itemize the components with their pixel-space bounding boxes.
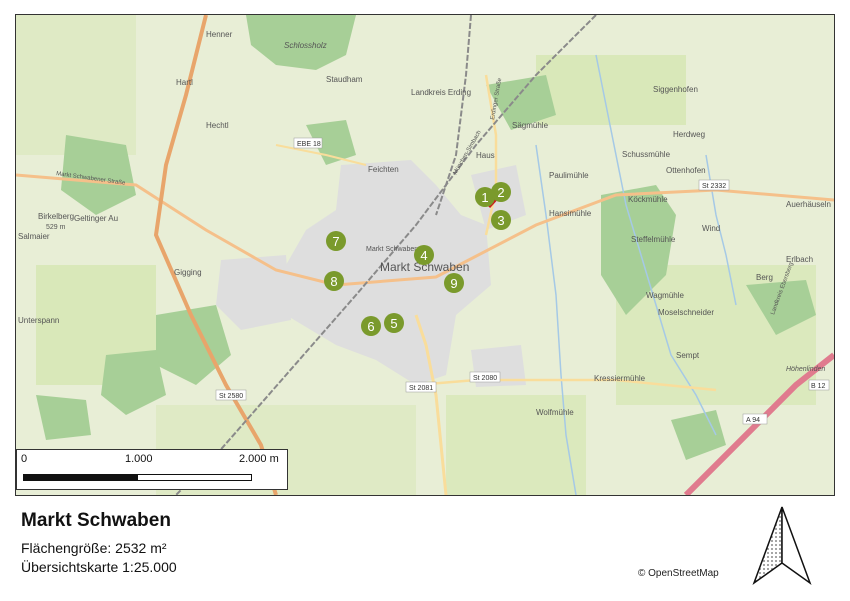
scale-bar: 0 1.000 2.000 m — [16, 449, 288, 490]
svg-text:St 2580: St 2580 — [219, 393, 243, 400]
svg-text:Sempt: Sempt — [676, 351, 700, 360]
svg-text:9: 9 — [450, 276, 457, 291]
svg-text:7: 7 — [332, 234, 339, 249]
map-area[interactable]: Henner Hartl Schlossholz Staudham Hechtl… — [16, 15, 834, 495]
svg-text:Ottenhofen: Ottenhofen — [666, 166, 706, 175]
svg-text:Staudham: Staudham — [326, 75, 363, 84]
svg-text:Auerhäuseln: Auerhäuseln — [786, 200, 831, 209]
svg-text:Sägmühle: Sägmühle — [512, 121, 549, 130]
svg-text:Unterspann: Unterspann — [18, 316, 59, 325]
svg-text:Hansimühle: Hansimühle — [549, 209, 592, 218]
svg-text:Feichten: Feichten — [368, 165, 399, 174]
marker-6[interactable]: 6 — [361, 316, 381, 336]
marker-5[interactable]: 5 — [384, 313, 404, 333]
scale-bar-graphic — [23, 474, 252, 481]
legend-title: Markt Schwaben — [21, 510, 171, 531]
svg-text:2: 2 — [497, 185, 504, 200]
svg-text:Steffelmühle: Steffelmühle — [631, 235, 676, 244]
svg-text:Herdweg: Herdweg — [673, 130, 705, 139]
scale-label-end: 2.000 m — [239, 453, 279, 465]
svg-text:Henner: Henner — [206, 30, 233, 39]
svg-text:Markt Schwaben: Markt Schwaben — [366, 246, 418, 253]
north-arrow-icon — [750, 503, 814, 587]
svg-text:6: 6 — [367, 319, 374, 334]
map-scale-text: Übersichtskarte 1:25.000 — [21, 559, 177, 575]
scale-label-mid: 1.000 — [125, 453, 153, 465]
svg-text:1: 1 — [481, 190, 488, 205]
legend-panel: Markt Schwaben Flächengröße: 2532 m² Übe… — [15, 495, 835, 591]
svg-text:Paulimühle: Paulimühle — [549, 171, 589, 180]
svg-text:Schlossholz: Schlossholz — [284, 41, 327, 50]
svg-text:5: 5 — [390, 316, 397, 331]
marker-2[interactable]: 2 — [491, 182, 511, 202]
svg-text:B 12: B 12 — [811, 383, 826, 390]
svg-text:529 m: 529 m — [46, 224, 66, 231]
svg-text:Moselschneider: Moselschneider — [658, 308, 714, 317]
scale-label-start: 0 — [21, 453, 28, 465]
svg-text:Wind: Wind — [702, 224, 720, 233]
svg-text:Gigging: Gigging — [174, 268, 202, 277]
map-canvas[interactable]: Henner Hartl Schlossholz Staudham Hechtl… — [16, 15, 834, 495]
svg-text:Köckmühle: Köckmühle — [628, 195, 668, 204]
svg-text:Höhenlinden: Höhenlinden — [786, 366, 825, 373]
marker-8[interactable]: 8 — [324, 271, 344, 291]
marker-7[interactable]: 7 — [326, 231, 346, 251]
svg-text:St 2332: St 2332 — [702, 183, 726, 190]
svg-text:Schussmühle: Schussmühle — [622, 150, 671, 159]
scale-bar-fill — [24, 475, 138, 480]
svg-text:4: 4 — [420, 248, 427, 263]
svg-text:Hartl: Hartl — [176, 78, 193, 87]
svg-text:Berg: Berg — [756, 273, 773, 282]
svg-text:Birkelberg: Birkelberg — [38, 212, 74, 221]
copyright-text: © OpenStreetMap — [638, 568, 719, 579]
svg-text:EBE 18: EBE 18 — [297, 141, 321, 148]
svg-text:Wagmühle: Wagmühle — [646, 291, 684, 300]
svg-text:A 94: A 94 — [746, 417, 760, 424]
svg-text:St 2080: St 2080 — [473, 375, 497, 382]
svg-text:8: 8 — [330, 274, 337, 289]
svg-text:St 2081: St 2081 — [409, 385, 433, 392]
svg-text:3: 3 — [497, 213, 504, 228]
svg-text:Hechtl: Hechtl — [206, 121, 229, 130]
svg-text:Wolfmühle: Wolfmühle — [536, 408, 574, 417]
svg-text:Landkreis Erding: Landkreis Erding — [411, 88, 471, 97]
svg-text:Siggenhofen: Siggenhofen — [653, 85, 698, 94]
svg-text:Geltinger Au: Geltinger Au — [74, 214, 118, 223]
svg-text:Kressiermühle: Kressiermühle — [594, 374, 646, 383]
marker-4[interactable]: 4 — [414, 245, 434, 265]
svg-text:Haus: Haus — [476, 151, 495, 160]
svg-text:Salmaier: Salmaier — [18, 232, 50, 241]
marker-3[interactable]: 3 — [491, 210, 511, 230]
marker-9[interactable]: 9 — [444, 273, 464, 293]
area-size-text: Flächengröße: 2532 m² — [21, 540, 167, 556]
